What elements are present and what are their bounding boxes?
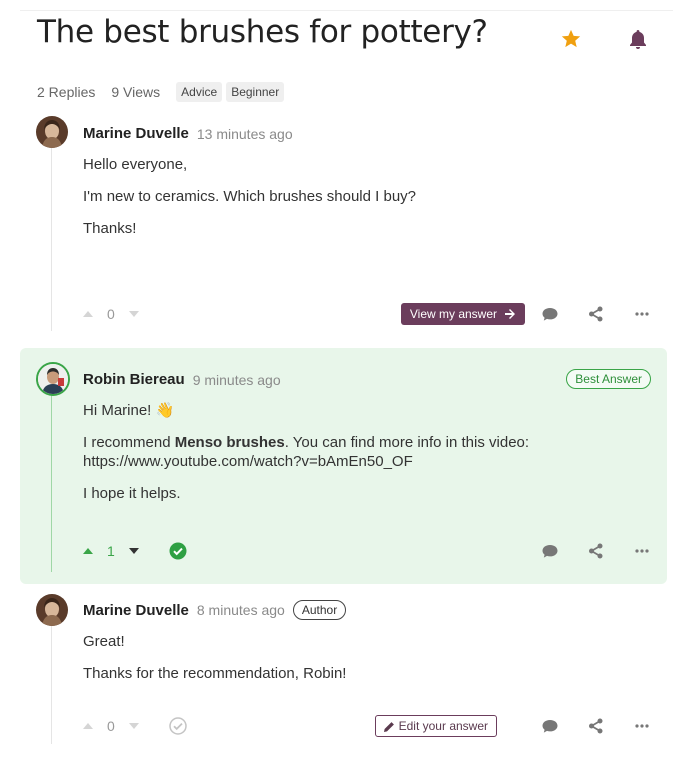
- caret-up-icon[interactable]: [83, 722, 93, 730]
- pencil-icon: [383, 721, 394, 732]
- post-actions: 0 View my answer: [83, 302, 651, 326]
- tag-list: Advice Beginner: [176, 82, 285, 102]
- post-paragraph: I'm new to ceramics. Which brushes shoul…: [83, 188, 417, 205]
- ellipsis-icon[interactable]: [633, 542, 651, 560]
- post-body: Hi Marine! 👋 I recommend Menso brushes. …: [83, 401, 643, 516]
- post-paragraph: Thanks for the recommendation, Robin!: [83, 665, 347, 682]
- vote-count: 0: [107, 718, 115, 734]
- bold-text: Menso brushes: [174, 434, 285, 451]
- post-meta: Marine Duvelle 13 minutes ago: [83, 125, 293, 142]
- avatar[interactable]: [36, 362, 70, 396]
- button-label: Edit your answer: [398, 719, 488, 733]
- post-paragraph: I hope it helps.: [83, 485, 181, 502]
- post-time[interactable]: 13 minutes ago: [197, 126, 293, 142]
- button-label: View my answer: [409, 307, 497, 321]
- ellipsis-icon[interactable]: [633, 305, 651, 323]
- caret-up-icon[interactable]: [83, 547, 93, 555]
- reply-post: Marine Duvelle 8 minutes ago Author Grea…: [20, 588, 667, 758]
- thread-line: [51, 148, 52, 331]
- post-body: Hello everyone, I'm new to ceramics. Whi…: [83, 155, 643, 251]
- question-post: Marine Duvelle 13 minutes ago Hello ever…: [20, 110, 667, 340]
- tag-beginner[interactable]: Beginner: [226, 82, 285, 102]
- caret-up-icon[interactable]: [83, 310, 93, 318]
- vote-count: 1: [107, 543, 115, 559]
- share-icon[interactable]: [587, 542, 605, 560]
- post-actions: 0 Edit your answer: [83, 714, 651, 738]
- comment-icon[interactable]: [541, 542, 559, 560]
- post-time[interactable]: 9 minutes ago: [193, 372, 281, 388]
- caret-down-icon[interactable]: [128, 722, 139, 730]
- post-actions: 1: [83, 539, 651, 563]
- avatar[interactable]: [36, 116, 68, 148]
- post-paragraph: I recommend Menso brushes. You can find …: [83, 433, 643, 471]
- check-circle-icon[interactable]: [169, 542, 187, 560]
- vote-control: 0: [83, 306, 139, 322]
- post-body: Great! Thanks for the recommendation, Ro…: [83, 632, 643, 696]
- page-title: The best brushes for pottery?: [37, 14, 488, 50]
- ellipsis-icon[interactable]: [633, 717, 651, 735]
- vote-control: 0: [83, 718, 139, 734]
- best-answer-badge: Best Answer: [566, 369, 651, 389]
- replies-count: 2 Replies: [37, 84, 96, 100]
- author-name[interactable]: Marine Duvelle: [83, 602, 189, 619]
- caret-down-icon[interactable]: [128, 547, 139, 555]
- view-my-answer-button[interactable]: View my answer: [400, 303, 525, 325]
- topic-stats: 2 Replies 9 Views Advice Beginner: [37, 82, 285, 102]
- post-paragraph: Hello everyone,: [83, 156, 188, 173]
- post-paragraph: Great!: [83, 633, 125, 650]
- arrow-right-icon: [505, 309, 515, 319]
- top-divider: [20, 10, 673, 11]
- vote-control: 1: [83, 543, 139, 559]
- thread-line: [51, 394, 52, 572]
- text-segment: I recommend: [83, 434, 175, 451]
- vote-count: 0: [107, 306, 115, 322]
- best-answer-post: Robin Biereau 9 minutes ago Best Answer …: [20, 348, 667, 584]
- comment-icon[interactable]: [541, 717, 559, 735]
- post-time[interactable]: 8 minutes ago: [197, 602, 285, 618]
- video-link[interactable]: https://www.youtube.com/watch?v=bAmEn50_…: [83, 452, 643, 471]
- author-badge: Author: [292, 600, 347, 620]
- text-segment: . You can find more info in this video:: [284, 434, 530, 451]
- post-paragraph: Thanks!: [83, 220, 137, 237]
- views-count: 9 Views: [111, 84, 161, 100]
- bell-icon[interactable]: [626, 27, 650, 51]
- star-icon[interactable]: [559, 28, 583, 50]
- avatar[interactable]: [36, 594, 68, 626]
- caret-down-icon[interactable]: [128, 310, 139, 318]
- check-circle-icon[interactable]: [169, 717, 187, 735]
- post-greeting: Hi Marine! 👋: [83, 402, 175, 419]
- author-name[interactable]: Robin Biereau: [83, 371, 185, 388]
- share-icon[interactable]: [587, 305, 605, 323]
- post-meta: Marine Duvelle 8 minutes ago Author: [83, 600, 347, 620]
- thread-line: [51, 626, 52, 744]
- share-icon[interactable]: [587, 717, 605, 735]
- author-name[interactable]: Marine Duvelle: [83, 125, 189, 142]
- comment-icon[interactable]: [541, 305, 559, 323]
- post-meta: Robin Biereau 9 minutes ago: [83, 371, 281, 388]
- tag-advice[interactable]: Advice: [176, 82, 223, 102]
- edit-your-answer-button[interactable]: Edit your answer: [374, 715, 497, 737]
